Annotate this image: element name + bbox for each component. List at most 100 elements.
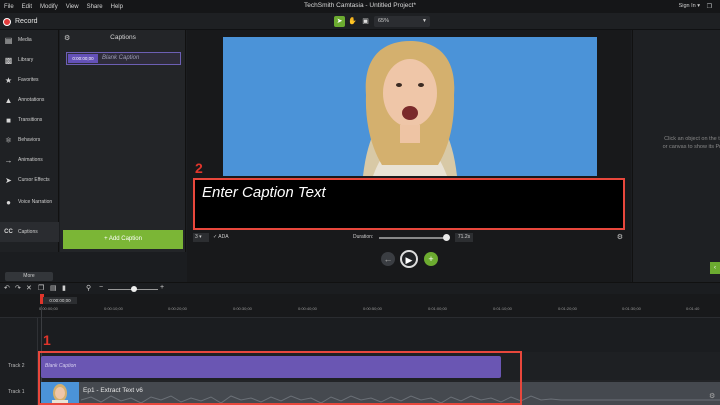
more-button[interactable]: More: [5, 272, 53, 281]
record-button[interactable]: Record: [3, 16, 38, 27]
sidebar-item-behaviors[interactable]: ⚛ Behaviors: [0, 130, 59, 150]
timeline-zoom-handle[interactable]: [131, 286, 137, 292]
properties-hint-line: Click an object on the ti: [664, 136, 720, 142]
cursor-icon: ➤: [5, 175, 12, 185]
caption-controls: 3 ▾ ✓ ADA Duration: 71.2s ⚙: [191, 233, 627, 243]
sidebar-item-label: Library: [18, 57, 34, 63]
sidebar-item-label: Animations: [18, 157, 43, 163]
zoom-select[interactable]: 65% ▼: [374, 16, 430, 27]
caption-text-box[interactable]: Enter Caption Text: [193, 178, 625, 230]
settings-icon[interactable]: ⚙: [617, 233, 623, 241]
caption-text[interactable]: Enter Caption Text: [202, 184, 326, 201]
zoom-out-icon[interactable]: −: [99, 284, 103, 291]
split-icon[interactable]: ▮: [62, 284, 66, 292]
sidebar-item-label: Annotations: [18, 97, 45, 103]
sidebar-item-annotations[interactable]: ▲ Annotations: [0, 90, 59, 110]
sidebar-item-label: Media: [18, 37, 32, 43]
sidebar-item-label: Behaviors: [18, 137, 41, 143]
settings-icon[interactable]: ⚙: [709, 392, 715, 400]
ruler-tick: 0:01:00;00: [428, 306, 447, 311]
microphone-icon: ●: [6, 197, 11, 207]
canvas-area: 2 Enter Caption Text 3 ▾ ✓ ADA Duration:…: [187, 30, 631, 282]
properties-hint-line: or canvas to show its Pr: [662, 144, 720, 150]
ada-checkbox[interactable]: ✓ ADA: [213, 234, 229, 240]
sidebar-item-label: Captions: [18, 229, 38, 235]
annotation-number-1: 1: [43, 332, 51, 348]
sidebar-item-animations[interactable]: → Animations: [0, 150, 59, 170]
track-headers: Track 2 Track 1: [0, 318, 38, 405]
previous-caption-button[interactable]: ←: [381, 252, 395, 266]
menu-edit[interactable]: Edit: [18, 4, 36, 10]
ruler-tick: 0:00:20;00: [168, 306, 187, 311]
menu-view[interactable]: View: [62, 4, 83, 10]
sign-in-button[interactable]: Sign In ▾: [679, 3, 700, 9]
add-caption-button[interactable]: + Add Caption: [63, 230, 183, 249]
ruler-tick: 0:01:30;00: [622, 306, 641, 311]
menu-share[interactable]: Share: [83, 4, 107, 10]
properties-toggle-button[interactable]: ‹: [710, 262, 720, 274]
ruler-tick: 0:00:50;00: [363, 306, 382, 311]
ruler-tick: 0:01:20;00: [558, 306, 577, 311]
paste-icon[interactable]: ▤: [50, 284, 57, 292]
timeline-ruler[interactable]: 0:00:00;00 0:00:00;00 0:00:10;00 0:00:20…: [0, 294, 720, 318]
media-icon: ▤: [4, 35, 13, 45]
behaviors-icon: ⚛: [4, 135, 13, 145]
cut-icon[interactable]: ✕: [26, 284, 32, 292]
tools-sidebar: ▤ Media ▩ Library ★ Favorites ▲ Annotati…: [0, 30, 59, 281]
add-next-caption-button[interactable]: +: [424, 252, 438, 266]
caption-entry-text: Blank Caption: [102, 55, 140, 61]
menu-help[interactable]: Help: [107, 4, 127, 10]
properties-panel: Click an object on the ti or canvas to s…: [632, 30, 720, 282]
font-size-select[interactable]: 3 ▾: [193, 233, 209, 242]
captions-panel: ⚙ Captions 0:00:00;00 Blank Caption + Ad…: [60, 30, 186, 252]
ruler-tick: 0:00:40;00: [298, 306, 317, 311]
sidebar-item-label: Voice Narration: [18, 199, 53, 205]
ruler-tick: 0:00:10;00: [104, 306, 123, 311]
timeline-toolbar: ↶ ↷ ✕ ❐ ▤ ▮ ⚲ − +: [0, 282, 720, 294]
sidebar-item-captions[interactable]: CC Captions: [0, 222, 59, 242]
select-tool-icon[interactable]: ➤: [334, 16, 345, 27]
hand-tool-icon[interactable]: ✋: [347, 16, 358, 27]
record-label: Record: [15, 18, 38, 25]
sidebar-item-transitions[interactable]: ■ Transitions: [0, 110, 59, 130]
sidebar-item-favorites[interactable]: ★ Favorites: [0, 70, 59, 90]
window-restore-icon[interactable]: ❐: [707, 3, 712, 10]
copy-icon[interactable]: ❐: [38, 284, 44, 292]
crop-tool-icon[interactable]: ▣: [360, 16, 371, 27]
zoom-in-icon[interactable]: +: [160, 284, 164, 291]
record-icon: [3, 17, 11, 26]
ruler-tick: 0:01:40: [686, 306, 700, 311]
undo-icon[interactable]: ↶: [4, 284, 10, 292]
duration-label: Duration:: [353, 234, 374, 240]
caption-list-item[interactable]: 0:00:00;00 Blank Caption: [66, 52, 181, 65]
duration-slider[interactable]: [379, 237, 449, 239]
sidebar-item-label: Cursor Effects: [18, 177, 50, 183]
play-button[interactable]: ▶: [400, 250, 418, 268]
annotations-icon: ▲: [4, 95, 13, 105]
ruler-tick: 0:01:10;00: [493, 306, 512, 311]
video-preview[interactable]: [223, 37, 597, 176]
menu-file[interactable]: File: [0, 4, 18, 10]
zoom-search-icon[interactable]: ⚲: [86, 284, 91, 292]
panel-title: Captions: [110, 34, 136, 41]
menu-bar: File Edit Modify View Share Help: [0, 0, 720, 13]
transitions-icon: ■: [6, 115, 11, 125]
sidebar-item-library[interactable]: ▩ Library: [0, 50, 59, 70]
library-icon: ▩: [4, 55, 13, 65]
redo-icon[interactable]: ↷: [15, 284, 21, 292]
playhead-time: 0:00:00;00: [43, 297, 77, 304]
caption-timestamp: 0:00:00;00: [68, 54, 98, 63]
ruler-tick: 0:00:30;00: [233, 306, 252, 311]
sidebar-item-media[interactable]: ▤ Media: [0, 30, 59, 50]
track-1-label[interactable]: Track 1: [8, 389, 24, 395]
track-2-label[interactable]: Track 2: [8, 363, 24, 369]
animations-icon: →: [4, 155, 13, 165]
zoom-value: 65%: [378, 18, 390, 24]
presenter-image: [223, 37, 597, 176]
duration-value[interactable]: 71.2s: [455, 233, 473, 242]
sidebar-item-cursor-effects[interactable]: ➤ Cursor Effects: [0, 170, 59, 190]
sidebar-item-voice-narration[interactable]: ● Voice Narration: [0, 192, 59, 212]
duration-slider-handle[interactable]: [443, 234, 450, 241]
sidebar-item-label: Favorites: [18, 77, 39, 83]
menu-modify[interactable]: Modify: [36, 4, 62, 10]
